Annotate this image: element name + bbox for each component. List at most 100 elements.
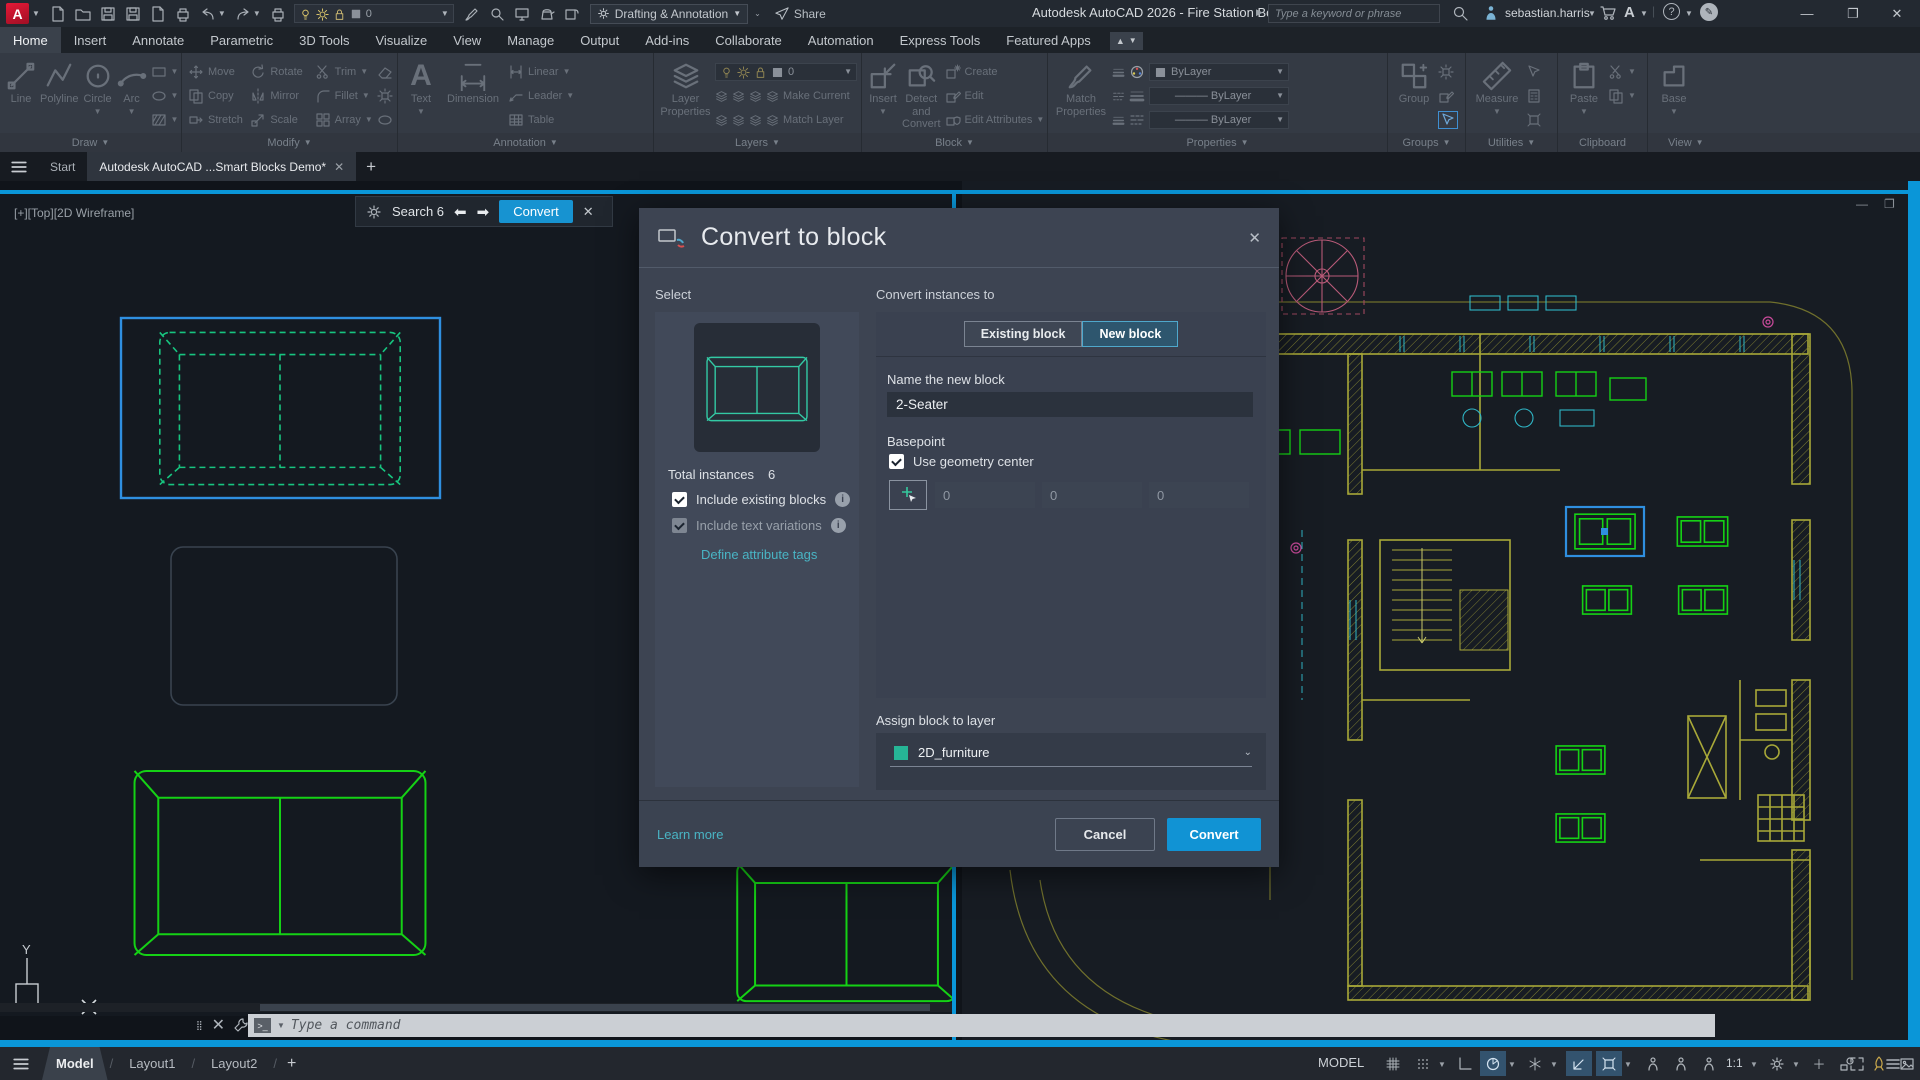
block-panel-label[interactable]: Block▼ xyxy=(862,133,1047,152)
restore-button[interactable]: ❐ xyxy=(1836,0,1870,27)
help-caret-icon[interactable]: ▼ xyxy=(1685,10,1693,18)
ribbon-tab-parametric[interactable]: Parametric xyxy=(197,27,286,53)
annotation-panel-label[interactable]: Annotation▼ xyxy=(398,133,653,152)
toolbar-close-icon[interactable]: ✕ xyxy=(583,204,594,220)
autodesk-caret-icon[interactable]: ▼ xyxy=(1640,10,1648,18)
crosshair-toggle[interactable]: ＋ xyxy=(1806,1051,1832,1076)
ribbon-tab-featuredapps[interactable]: Featured Apps xyxy=(993,27,1104,53)
detect-and-convert-tool[interactable]: Detect and Convert xyxy=(902,57,941,131)
feedback-icon[interactable]: ✎ xyxy=(1700,3,1718,21)
plot-icon[interactable] xyxy=(175,6,191,22)
use-geometry-center-checkbox[interactable]: Use geometry center xyxy=(889,454,1034,469)
hatch-tool[interactable]: ▼ xyxy=(151,111,179,129)
new-tab-button[interactable]: + xyxy=(366,157,376,177)
user-name[interactable]: sebastian.harris xyxy=(1505,6,1590,20)
ribbon-tab-visualize[interactable]: Visualize xyxy=(362,27,440,53)
create-block-tool[interactable]: Create xyxy=(945,63,1045,81)
basepoint-y-field[interactable]: 0 xyxy=(1042,482,1142,508)
modify-panel-label[interactable]: Modify▼ xyxy=(182,133,397,152)
horizontal-scrollbar[interactable] xyxy=(0,1003,952,1012)
new-block-button[interactable]: New block xyxy=(1082,321,1178,347)
insert-block-tool[interactable]: Insert▼ xyxy=(868,57,898,116)
linear-dimension-tool[interactable]: Linear▼ xyxy=(508,63,574,81)
batch-plot-icon[interactable] xyxy=(270,6,286,22)
app-menu-caret-icon[interactable]: ▼ xyxy=(32,10,40,18)
cut-tool[interactable]: ▼ xyxy=(1608,63,1636,81)
view-panel-label[interactable]: View▼ xyxy=(1648,133,1920,152)
markup-icon[interactable] xyxy=(564,6,580,22)
osnap-caret-icon[interactable]: ▼ xyxy=(1624,1060,1632,1069)
autodesk-logo-icon[interactable]: A xyxy=(1624,4,1635,21)
layer-dropdown[interactable]: 0 ▼ xyxy=(715,63,857,81)
cart-icon[interactable] xyxy=(1600,5,1616,21)
offset-tool[interactable] xyxy=(377,111,393,129)
quick-select-tool[interactable] xyxy=(1526,63,1542,81)
customization-menu-icon[interactable] xyxy=(1880,1051,1906,1076)
command-line[interactable]: >_ ▼ Type a command xyxy=(248,1014,1715,1037)
paste-tool[interactable]: Paste▼ xyxy=(1564,57,1604,116)
command-close-icon[interactable]: ✕ xyxy=(212,1015,225,1035)
rotate-tool[interactable]: Rotate xyxy=(250,63,312,81)
annotation-scale-value[interactable]: 1:1 xyxy=(1726,1056,1743,1070)
layout1-tab[interactable]: Layout1 xyxy=(115,1047,189,1080)
utilities-panel-label[interactable]: Utilities▼ xyxy=(1466,133,1557,152)
polyline-tool[interactable]: Polyline xyxy=(40,57,79,106)
checkbox-checked-icon[interactable] xyxy=(889,454,904,469)
edit-attributes-tool[interactable]: Edit Attributes▼ xyxy=(945,111,1045,129)
leader-tool[interactable]: Leader▼ xyxy=(508,87,574,105)
help-icon[interactable]: ? xyxy=(1663,3,1680,20)
file-tab-start[interactable]: Start xyxy=(38,152,87,181)
groups-panel-label[interactable]: Groups▼ xyxy=(1388,133,1465,152)
annotation-scale-icon[interactable] xyxy=(1696,1051,1722,1076)
plot-preview-icon[interactable] xyxy=(489,6,505,22)
file-tab-document[interactable]: Autodesk AutoCAD ...Smart Blocks Demo* ✕ xyxy=(87,152,356,181)
convert-button[interactable]: Convert xyxy=(1167,818,1261,851)
polar-caret-icon[interactable]: ▼ xyxy=(1508,1060,1516,1069)
dimension-tool[interactable]: Dimension xyxy=(442,57,504,106)
snap-caret-icon[interactable]: ▼ xyxy=(1438,1060,1446,1069)
define-attribute-tags-link[interactable]: Define attribute tags xyxy=(701,547,817,562)
include-text-checkbox[interactable]: Include text variations i xyxy=(672,518,846,533)
basepoint-x-field[interactable]: 0 xyxy=(935,482,1035,508)
next-arrow-icon[interactable]: ➡ xyxy=(477,203,490,221)
annotation-visibility-toggle[interactable] xyxy=(1640,1051,1666,1076)
scale-caret-icon[interactable]: ▼ xyxy=(1750,1060,1758,1069)
annotation-autoscale-toggle[interactable] xyxy=(1668,1051,1694,1076)
save-as-icon[interactable] xyxy=(125,6,141,22)
group-edit-tool[interactable] xyxy=(1438,87,1458,105)
prev-arrow-icon[interactable]: ⬅ xyxy=(454,203,467,221)
save-icon[interactable] xyxy=(100,6,116,22)
help-search-input[interactable]: Type a keyword or phrase xyxy=(1268,4,1440,23)
ribbon-tab-3dtools[interactable]: 3D Tools xyxy=(286,27,362,53)
rectangle-tool[interactable]: ▼ xyxy=(151,63,179,81)
snap-toggle[interactable] xyxy=(1410,1051,1436,1076)
info-icon[interactable]: i xyxy=(831,518,846,533)
fillet-tool[interactable]: Fillet▼ xyxy=(315,87,375,105)
group-select-toggle[interactable] xyxy=(1438,111,1458,129)
erase-tool[interactable] xyxy=(377,63,393,81)
close-button[interactable]: ✕ xyxy=(1880,0,1914,27)
pick-point-button[interactable] xyxy=(889,480,927,510)
layout-menu-icon[interactable] xyxy=(12,1055,30,1073)
include-existing-checkbox[interactable]: Include existing blocks i xyxy=(672,492,850,507)
move-tool[interactable]: Move xyxy=(188,63,248,81)
ribbon-tab-annotate[interactable]: Annotate xyxy=(119,27,197,53)
search-icon[interactable] xyxy=(1452,5,1468,21)
recent-commands-icon[interactable]: >_ xyxy=(254,1018,271,1033)
right-scrollbar[interactable] xyxy=(1908,181,1920,1047)
layers-panel-label[interactable]: Layers▼ xyxy=(654,133,861,152)
model-tab[interactable]: Model xyxy=(42,1047,108,1080)
mirror-tool[interactable]: Mirror xyxy=(250,87,312,105)
ribbon-tab-output[interactable]: Output xyxy=(567,27,632,53)
base-view-tool[interactable]: Base▼ xyxy=(1654,57,1694,116)
ribbon-tab-home[interactable]: Home xyxy=(0,27,61,53)
isodraft-caret-icon[interactable]: ▼ xyxy=(1550,1060,1558,1069)
line-tool[interactable]: Line xyxy=(6,57,36,106)
layer-select-dropdown[interactable]: 2D_furniture ⌄ xyxy=(876,733,1266,760)
layer-properties-tool[interactable]: Layer Properties xyxy=(660,57,711,118)
object-snap-tracking-toggle[interactable] xyxy=(1566,1051,1592,1076)
workspace-gear-icon[interactable] xyxy=(1764,1051,1790,1076)
info-icon[interactable]: i xyxy=(835,492,850,507)
app-logo-icon[interactable]: A xyxy=(6,3,29,24)
fullscreen-toggle[interactable] xyxy=(1844,1051,1870,1076)
